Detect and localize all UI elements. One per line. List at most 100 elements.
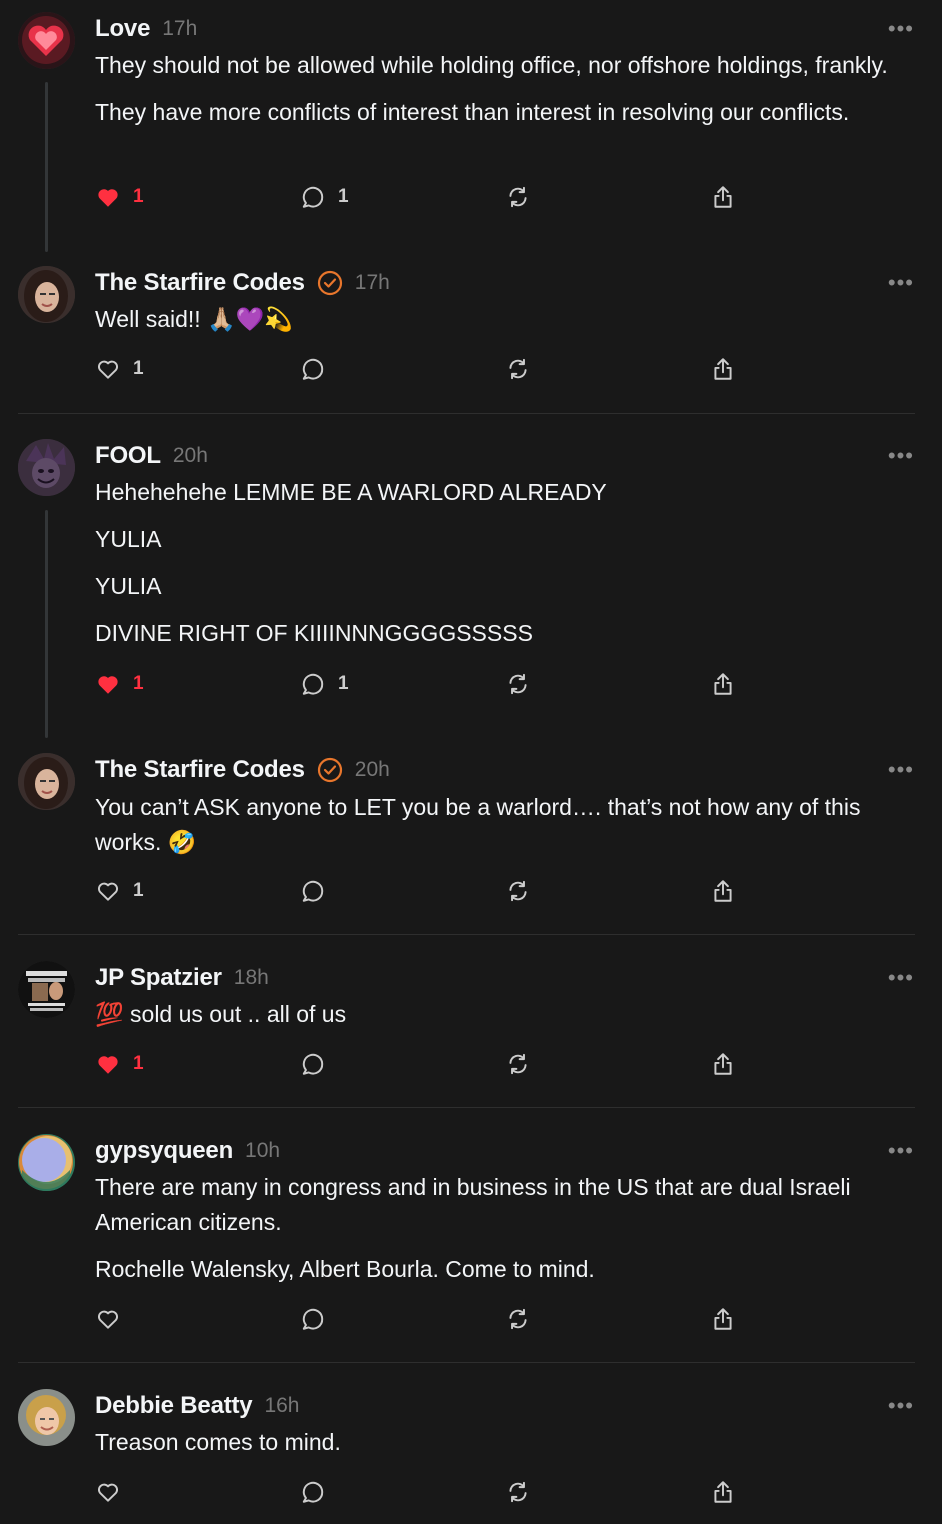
reply-button[interactable]: [300, 1049, 326, 1079]
avatar[interactable]: [18, 1134, 75, 1191]
avatar[interactable]: [18, 266, 75, 323]
like-button[interactable]: 1: [95, 876, 144, 906]
post-paragraph: YULIA: [95, 573, 162, 599]
comment-icon: [302, 186, 324, 208]
repost-button[interactable]: [505, 1477, 531, 1507]
action-bar: 1: [95, 354, 775, 384]
username[interactable]: gypsyqueen: [95, 1137, 233, 1165]
like-button[interactable]: 1: [95, 669, 144, 699]
like-count: 1: [133, 186, 144, 207]
username[interactable]: Debbie Beatty: [95, 1392, 253, 1420]
heart-filled-icon: [98, 676, 118, 694]
heart-outline-icon: [97, 360, 119, 379]
avatar[interactable]: [18, 961, 75, 1018]
repost-icon: [509, 1481, 527, 1503]
repost-button[interactable]: [505, 669, 531, 699]
action-bar: 1 1: [95, 669, 775, 699]
jester-avatar-image: [18, 439, 75, 496]
timestamp: 20h: [354, 758, 390, 781]
repost-button[interactable]: [505, 1304, 531, 1334]
repost-icon: [509, 358, 527, 380]
post-body: You can’t ASK anyone to LET you be a war…: [95, 790, 895, 872]
post-paragraph: Well said!! 🙏🏼💜💫: [95, 306, 293, 332]
heart-filled-icon: [98, 189, 118, 207]
post-paragraph: They have more conflicts of interest tha…: [95, 99, 850, 125]
post-paragraph: DIVINE RIGHT OF KIIIINNNGGGGSSSSS: [95, 620, 533, 646]
share-icon: [714, 1481, 732, 1503]
share-button[interactable]: [710, 669, 736, 699]
more-options-button[interactable]: •••: [888, 967, 914, 989]
reply-button[interactable]: 1: [300, 669, 349, 699]
repost-button[interactable]: [505, 876, 531, 906]
share-button[interactable]: [710, 1477, 736, 1507]
share-button[interactable]: [710, 1049, 736, 1079]
post-body: There are many in congress and in busine…: [95, 1170, 895, 1299]
username[interactable]: Love: [95, 15, 150, 43]
username[interactable]: JP Spatzier: [95, 964, 222, 992]
more-options-button[interactable]: •••: [888, 445, 914, 467]
heart-avatar-image: [18, 12, 75, 69]
repost-button[interactable]: [505, 354, 531, 384]
post-paragraph: There are many in congress and in busine…: [95, 1174, 851, 1235]
share-icon: [714, 1053, 732, 1075]
more-options-button[interactable]: •••: [888, 1140, 914, 1162]
verified-badge-icon: [317, 270, 342, 296]
repost-icon: [509, 186, 527, 208]
reply-button[interactable]: [300, 1304, 326, 1334]
like-count: 1: [133, 880, 144, 901]
username[interactable]: FOOL: [95, 442, 161, 470]
meme-avatar-image: [18, 961, 75, 1018]
like-button[interactable]: 1: [95, 182, 144, 212]
reply-button[interactable]: [300, 876, 326, 906]
timestamp: 17h: [354, 271, 390, 294]
share-button[interactable]: [710, 1304, 736, 1334]
divider: [18, 1362, 915, 1363]
share-button[interactable]: [710, 354, 736, 384]
reply-button[interactable]: 1: [300, 182, 349, 212]
like-count: 1: [133, 358, 144, 379]
avatar[interactable]: [18, 753, 75, 810]
more-options-button[interactable]: •••: [888, 1395, 914, 1417]
action-bar: 1: [95, 876, 775, 906]
comment-icon: [302, 358, 324, 380]
like-button[interactable]: 1: [95, 1049, 144, 1079]
post-paragraph: They should not be allowed while holding…: [95, 52, 888, 78]
post-paragraph: You can’t ASK anyone to LET you be a war…: [95, 794, 861, 855]
avatar[interactable]: [18, 12, 75, 69]
share-button[interactable]: [710, 182, 736, 212]
more-options-button[interactable]: •••: [888, 759, 914, 781]
username[interactable]: The Starfire Codes: [95, 756, 305, 784]
comment-icon: [302, 880, 324, 902]
repost-button[interactable]: [505, 182, 531, 212]
share-icon: [714, 358, 732, 380]
comment-icon: [302, 1308, 324, 1330]
reply-button[interactable]: [300, 1477, 326, 1507]
comment-icon: [302, 673, 324, 695]
more-options-button[interactable]: •••: [888, 18, 914, 40]
username[interactable]: The Starfire Codes: [95, 269, 305, 297]
like-button[interactable]: [95, 1477, 121, 1507]
repost-icon: [509, 1308, 527, 1330]
timestamp: 16h: [264, 1394, 300, 1417]
like-button[interactable]: 1: [95, 354, 144, 384]
reply-button[interactable]: [300, 354, 326, 384]
repost-icon: [509, 673, 527, 695]
avatar[interactable]: [18, 1389, 75, 1446]
share-button[interactable]: [710, 876, 736, 906]
reply-count: 1: [338, 186, 349, 207]
post-body: They should not be allowed while holding…: [95, 48, 895, 142]
woman-avatar-image: [18, 753, 75, 810]
divider: [18, 1107, 915, 1108]
repost-button[interactable]: [505, 1049, 531, 1079]
share-icon: [714, 1308, 732, 1330]
comment-icon: [302, 1481, 324, 1503]
more-options-button[interactable]: •••: [888, 272, 914, 294]
moon-avatar-image: [18, 1134, 75, 1191]
post-body: Hehehehehe LEMME BE A WARLORD ALREADY YU…: [95, 475, 895, 663]
avatar[interactable]: [18, 439, 75, 496]
share-icon: [714, 673, 732, 695]
share-icon: [714, 880, 732, 902]
heart-filled-icon: [98, 1056, 118, 1074]
like-button[interactable]: [95, 1304, 121, 1334]
thread-line: [45, 82, 48, 252]
